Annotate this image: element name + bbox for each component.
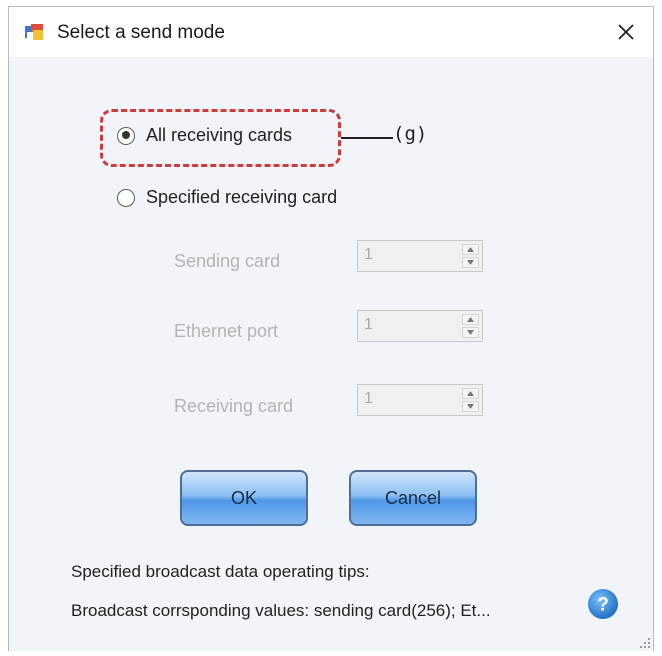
- spinner-up-icon[interactable]: [462, 244, 479, 255]
- receiving-card-spinner[interactable]: 1: [357, 384, 483, 416]
- radio-specified-receiving-card[interactable]: Specified receiving card: [117, 187, 337, 208]
- callout-label: (g): [393, 123, 428, 145]
- spinner-arrows: [462, 314, 479, 338]
- spinner-down-icon[interactable]: [462, 257, 479, 268]
- spinner-down-icon[interactable]: [462, 327, 479, 338]
- spinner-down-icon[interactable]: [462, 401, 479, 412]
- spinner-arrows: [462, 244, 479, 268]
- sending-card-value: 1: [364, 246, 373, 263]
- radio-button-checked[interactable]: [117, 126, 135, 145]
- ethernet-port-value: 1: [364, 316, 373, 333]
- tips-heading: Specified broadcast data operating tips:: [71, 562, 370, 581]
- callout-leader-line: [341, 137, 393, 139]
- cancel-button[interactable]: Cancel: [349, 470, 477, 526]
- sending-card-spinner[interactable]: 1: [357, 240, 483, 272]
- spinner-arrows: [462, 388, 479, 412]
- spinner-up-icon[interactable]: [462, 388, 479, 399]
- close-icon[interactable]: [611, 17, 641, 47]
- ok-button[interactable]: OK: [180, 470, 308, 526]
- dialog-title: Select a send mode: [57, 22, 225, 43]
- radio-all-receiving-cards[interactable]: All receiving cards: [117, 125, 292, 146]
- receiving-card-label: Receiving card: [174, 396, 294, 416]
- tips-detail: Broadcast corrsponding values: sending c…: [71, 601, 491, 620]
- send-mode-dialog: Select a send mode (g) All receiving car…: [8, 6, 654, 651]
- receiving-card-value: 1: [364, 390, 373, 407]
- ethernet-port-spinner[interactable]: 1: [357, 310, 483, 342]
- resize-grip-icon[interactable]: [639, 637, 651, 649]
- radio-specified-label: Specified receiving card: [146, 187, 338, 207]
- app-window-icon: [25, 24, 43, 40]
- spinner-up-icon[interactable]: [462, 314, 479, 325]
- svg-text:?: ?: [597, 595, 609, 616]
- radio-all-label: All receiving cards: [146, 125, 293, 145]
- help-icon[interactable]: ?: [587, 588, 619, 620]
- radio-button-unchecked[interactable]: [117, 188, 135, 207]
- title-bar: Select a send mode: [9, 7, 653, 57]
- dialog-body: (g) All receiving cards Specified receiv…: [9, 57, 653, 651]
- ethernet-port-label: Ethernet port: [174, 321, 279, 341]
- sending-card-label: Sending card: [174, 251, 281, 271]
